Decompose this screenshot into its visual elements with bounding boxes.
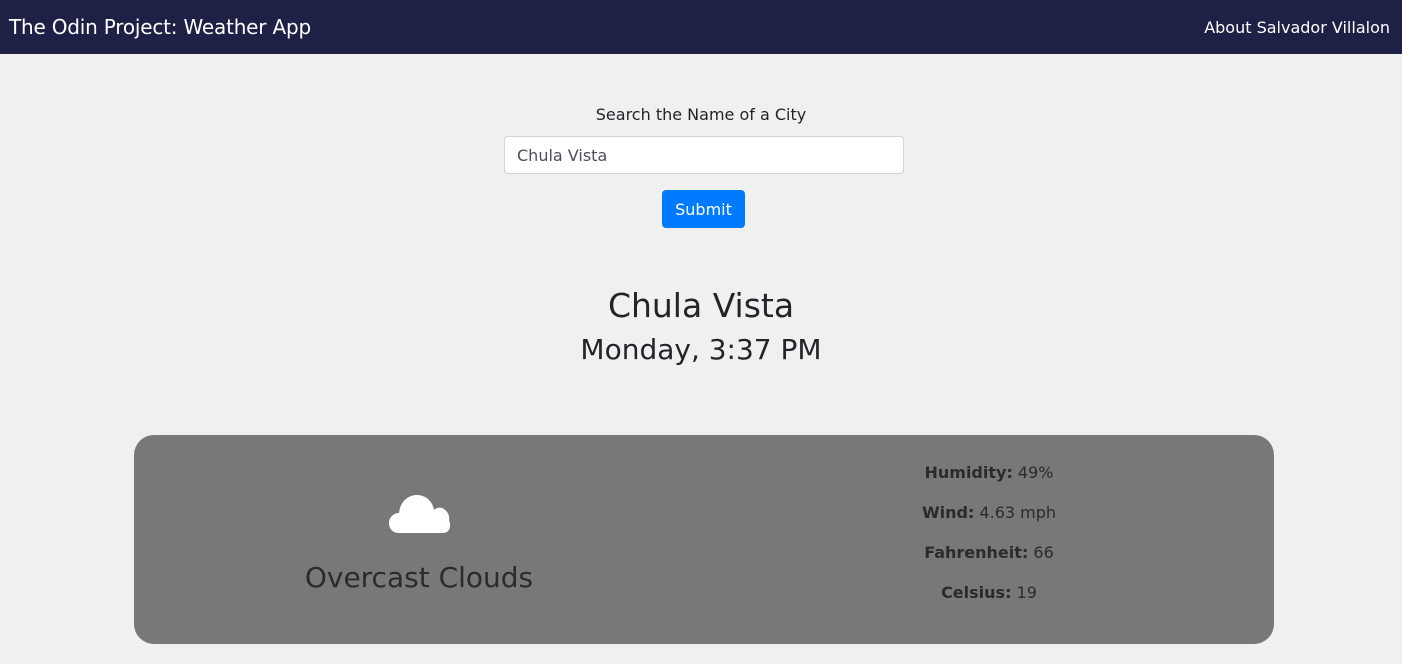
wind-stat: Wind: 4.63 mph	[704, 503, 1274, 543]
about-link[interactable]: About Salvador Villalon	[1204, 18, 1390, 37]
cloud-icon	[389, 495, 451, 533]
humidity-label: Humidity:	[924, 463, 1013, 482]
wind-label: Wind:	[921, 503, 975, 522]
date-time: Monday, 3:37 PM	[580, 333, 822, 366]
weather-card: Overcast Clouds Humidity: 49% Wind: 4.63…	[134, 435, 1274, 644]
humidity-stat: Humidity: 49%	[704, 463, 1274, 503]
humidity-value: 49%	[1012, 463, 1054, 482]
weather-description: Overcast Clouds	[304, 561, 534, 594]
celsius-value: 19	[1011, 583, 1037, 602]
submit-button[interactable]: Submit	[662, 190, 745, 228]
celsius-stat: Celsius: 19	[704, 583, 1274, 623]
fahrenheit-stat: Fahrenheit: 66	[704, 543, 1274, 583]
city-name: Chula Vista	[607, 286, 795, 325]
fahrenheit-label: Fahrenheit:	[924, 543, 1029, 562]
wind-value: 4.63 mph	[974, 503, 1057, 522]
fahrenheit-value: 66	[1028, 543, 1054, 562]
city-search-input[interactable]	[504, 136, 904, 174]
celsius-label: Celsius:	[941, 583, 1012, 602]
app-title[interactable]: The Odin Project: Weather App	[9, 15, 311, 39]
navbar: The Odin Project: Weather App About Salv…	[0, 0, 1402, 54]
search-label: Search the Name of a City	[595, 105, 807, 124]
weather-stats: Humidity: 49% Wind: 4.63 mph Fahrenheit:…	[704, 463, 1274, 623]
